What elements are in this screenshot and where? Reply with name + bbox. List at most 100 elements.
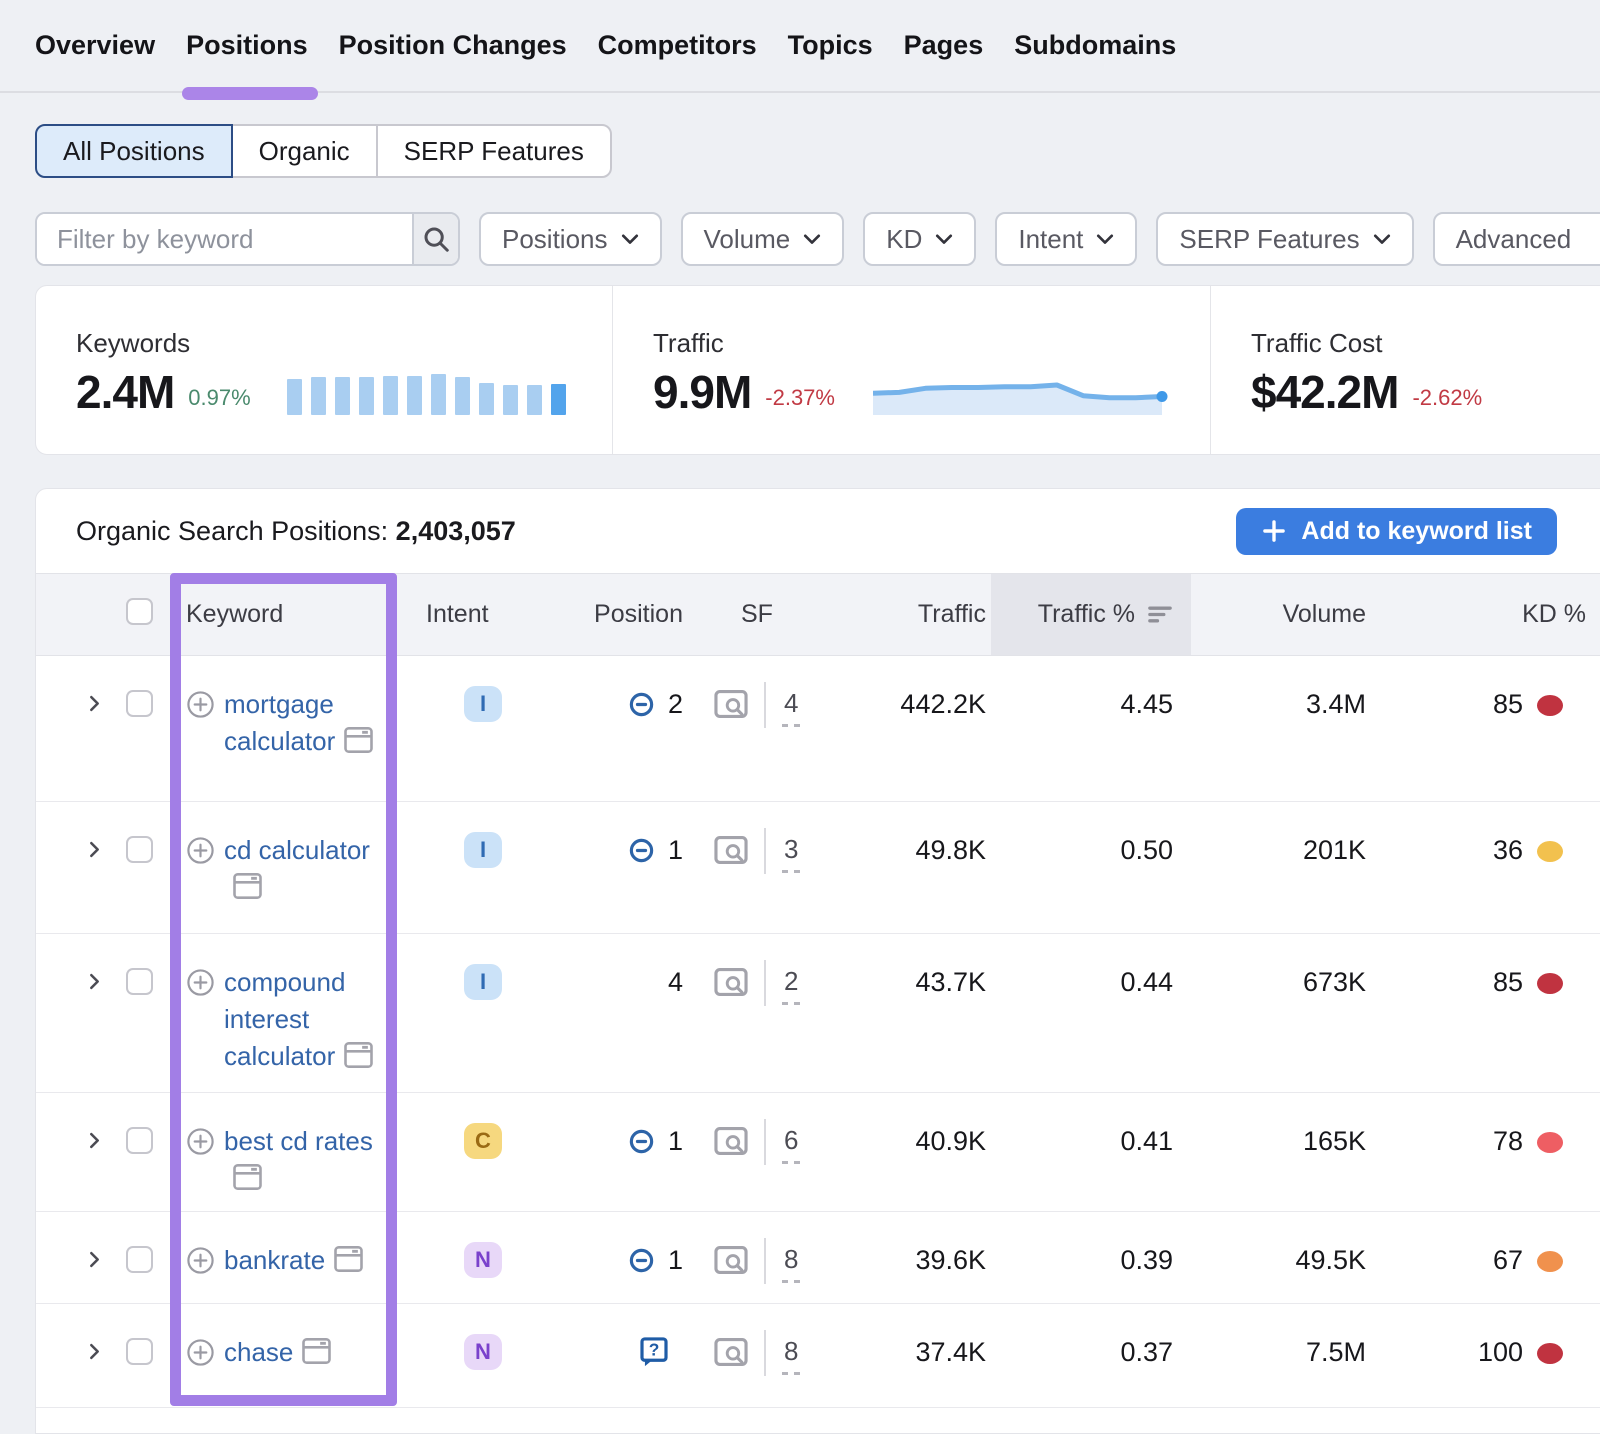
intent-badge[interactable]: I — [464, 686, 502, 722]
row-checkbox[interactable] — [126, 1127, 153, 1154]
intent-badge[interactable]: C — [464, 1123, 502, 1159]
position-link-icon[interactable] — [628, 838, 655, 863]
intent-badge[interactable]: N — [464, 1334, 502, 1370]
serp-preview-icon[interactable] — [714, 967, 748, 997]
column-header-traffic[interactable]: Traffic — [801, 574, 991, 656]
serp-snapshot-icon[interactable] — [233, 1164, 262, 1190]
serp-preview-icon[interactable] — [714, 835, 748, 865]
filter-positions[interactable]: Positions — [479, 212, 662, 266]
row-checkbox[interactable] — [126, 1246, 153, 1273]
intent-badge[interactable]: I — [464, 832, 502, 868]
intent-badge[interactable]: N — [464, 1242, 502, 1278]
kd-difficulty-dot — [1537, 1251, 1563, 1272]
sf-count[interactable]: 2 — [782, 964, 800, 1005]
keyword-link[interactable]: chase — [224, 1337, 293, 1367]
checkbox-cell — [121, 1304, 171, 1408]
expand-row-chevron-icon[interactable] — [86, 695, 103, 712]
kd-value: 67 — [1493, 1242, 1523, 1279]
add-to-keyword-list-button[interactable]: Add to keyword list — [1236, 508, 1557, 555]
add-keyword-plus-icon[interactable] — [186, 968, 215, 997]
serp-snapshot-icon[interactable] — [344, 1042, 373, 1068]
row-checkbox[interactable] — [126, 836, 153, 863]
sf-divider — [764, 1238, 766, 1284]
expand-row-chevron-icon[interactable] — [86, 841, 103, 858]
serp-preview-icon[interactable] — [714, 689, 748, 719]
tab-overview[interactable]: Overview — [35, 0, 155, 92]
sf-count[interactable]: 8 — [782, 1242, 800, 1283]
add-keyword-plus-icon[interactable] — [186, 690, 215, 719]
sf-count[interactable]: 6 — [782, 1123, 800, 1164]
row-checkbox[interactable] — [126, 968, 153, 995]
add-keyword-plus-icon[interactable] — [186, 1127, 215, 1156]
column-header-keyword[interactable]: Keyword — [171, 574, 401, 656]
serp-preview-icon[interactable] — [714, 1337, 748, 1367]
position-link-icon[interactable] — [628, 1129, 655, 1154]
column-header-kd[interactable]: KD % — [1371, 574, 1600, 656]
expand-row-chevron-icon[interactable] — [86, 973, 103, 990]
tab-pages[interactable]: Pages — [904, 0, 984, 92]
tab-topics[interactable]: Topics — [788, 0, 873, 92]
expand-row-chevron-icon[interactable] — [86, 1132, 103, 1149]
filter-volume[interactable]: Volume — [681, 212, 845, 266]
column-header-volume[interactable]: Volume — [1191, 574, 1371, 656]
kd-value: 100 — [1478, 1334, 1523, 1371]
expand-row-chevron-icon[interactable] — [86, 1251, 103, 1268]
column-header-position[interactable]: Position — [521, 574, 691, 656]
filter-serp-features[interactable]: SERP Features — [1156, 212, 1413, 266]
tab-subdomains[interactable]: Subdomains — [1014, 0, 1176, 92]
sf-divider — [764, 960, 766, 1006]
segment-all-positions[interactable]: All Positions — [35, 124, 233, 178]
intent-cell: N — [401, 1212, 521, 1304]
add-keyword-plus-icon[interactable] — [186, 836, 215, 865]
column-header-traffic-pct[interactable]: Traffic % — [991, 574, 1191, 656]
keyword-link[interactable]: mortgage calculator — [224, 689, 335, 756]
segment-serp-features[interactable]: SERP Features — [376, 124, 612, 178]
keyword-link[interactable]: best cd rates — [224, 1126, 373, 1156]
traffic-cell: 39.6K — [801, 1212, 991, 1304]
serp-preview-icon[interactable] — [714, 1126, 748, 1156]
sparkline-bar — [335, 377, 350, 415]
filter-kd[interactable]: KD — [863, 212, 976, 266]
add-keyword-plus-icon[interactable] — [186, 1246, 215, 1275]
serp-snapshot-icon[interactable] — [334, 1246, 363, 1272]
kd-value: 85 — [1493, 686, 1523, 723]
tab-position-changes[interactable]: Position Changes — [339, 0, 567, 92]
position-cell: ? 4 — [521, 934, 691, 1093]
intent-badge[interactable]: I — [464, 964, 502, 1000]
serp-snapshot-icon[interactable] — [344, 727, 373, 753]
keyword-filter-input[interactable] — [37, 214, 412, 264]
sf-count[interactable]: 4 — [782, 686, 800, 727]
sf-count[interactable]: 3 — [782, 832, 800, 873]
sf-count[interactable]: 8 — [782, 1334, 800, 1375]
row-checkbox[interactable] — [126, 690, 153, 717]
sparkline-bar — [311, 377, 326, 415]
row-checkbox[interactable] — [126, 1338, 153, 1365]
filter-advanced[interactable]: Advanced — [1433, 212, 1600, 266]
keyword-link[interactable]: bankrate — [224, 1245, 325, 1275]
segment-organic[interactable]: Organic — [231, 124, 378, 178]
sf-divider — [764, 828, 766, 874]
position-cell: ? 1 — [521, 1212, 691, 1304]
tab-positions[interactable]: Positions — [186, 0, 308, 92]
keyword-cell: best cd rates — [171, 1093, 401, 1212]
intent-cell: N — [401, 1304, 521, 1408]
search-button[interactable] — [412, 214, 458, 264]
kd-difficulty-dot — [1537, 841, 1563, 862]
keyword-link[interactable]: cd calculator — [224, 835, 370, 865]
volume-cell: 165K — [1191, 1093, 1371, 1212]
serp-snapshot-icon[interactable] — [233, 873, 262, 899]
serp-snapshot-icon[interactable] — [302, 1338, 331, 1364]
add-keyword-plus-icon[interactable] — [186, 1338, 215, 1367]
filter-intent[interactable]: Intent — [995, 212, 1137, 266]
intent-cell: I — [401, 656, 521, 802]
serp-preview-icon[interactable] — [714, 1245, 748, 1275]
column-header-intent[interactable]: Intent — [401, 574, 521, 656]
people-also-ask-icon[interactable]: ? — [638, 1336, 670, 1368]
expand-row-chevron-icon[interactable] — [86, 1343, 103, 1360]
position-link-icon[interactable] — [628, 692, 655, 717]
select-all-checkbox[interactable] — [126, 598, 153, 625]
position-link-icon[interactable] — [628, 1248, 655, 1273]
keyword-link[interactable]: compound interest calculator — [224, 967, 345, 1071]
column-header-sf[interactable]: SF — [691, 574, 801, 656]
tab-competitors[interactable]: Competitors — [598, 0, 757, 92]
